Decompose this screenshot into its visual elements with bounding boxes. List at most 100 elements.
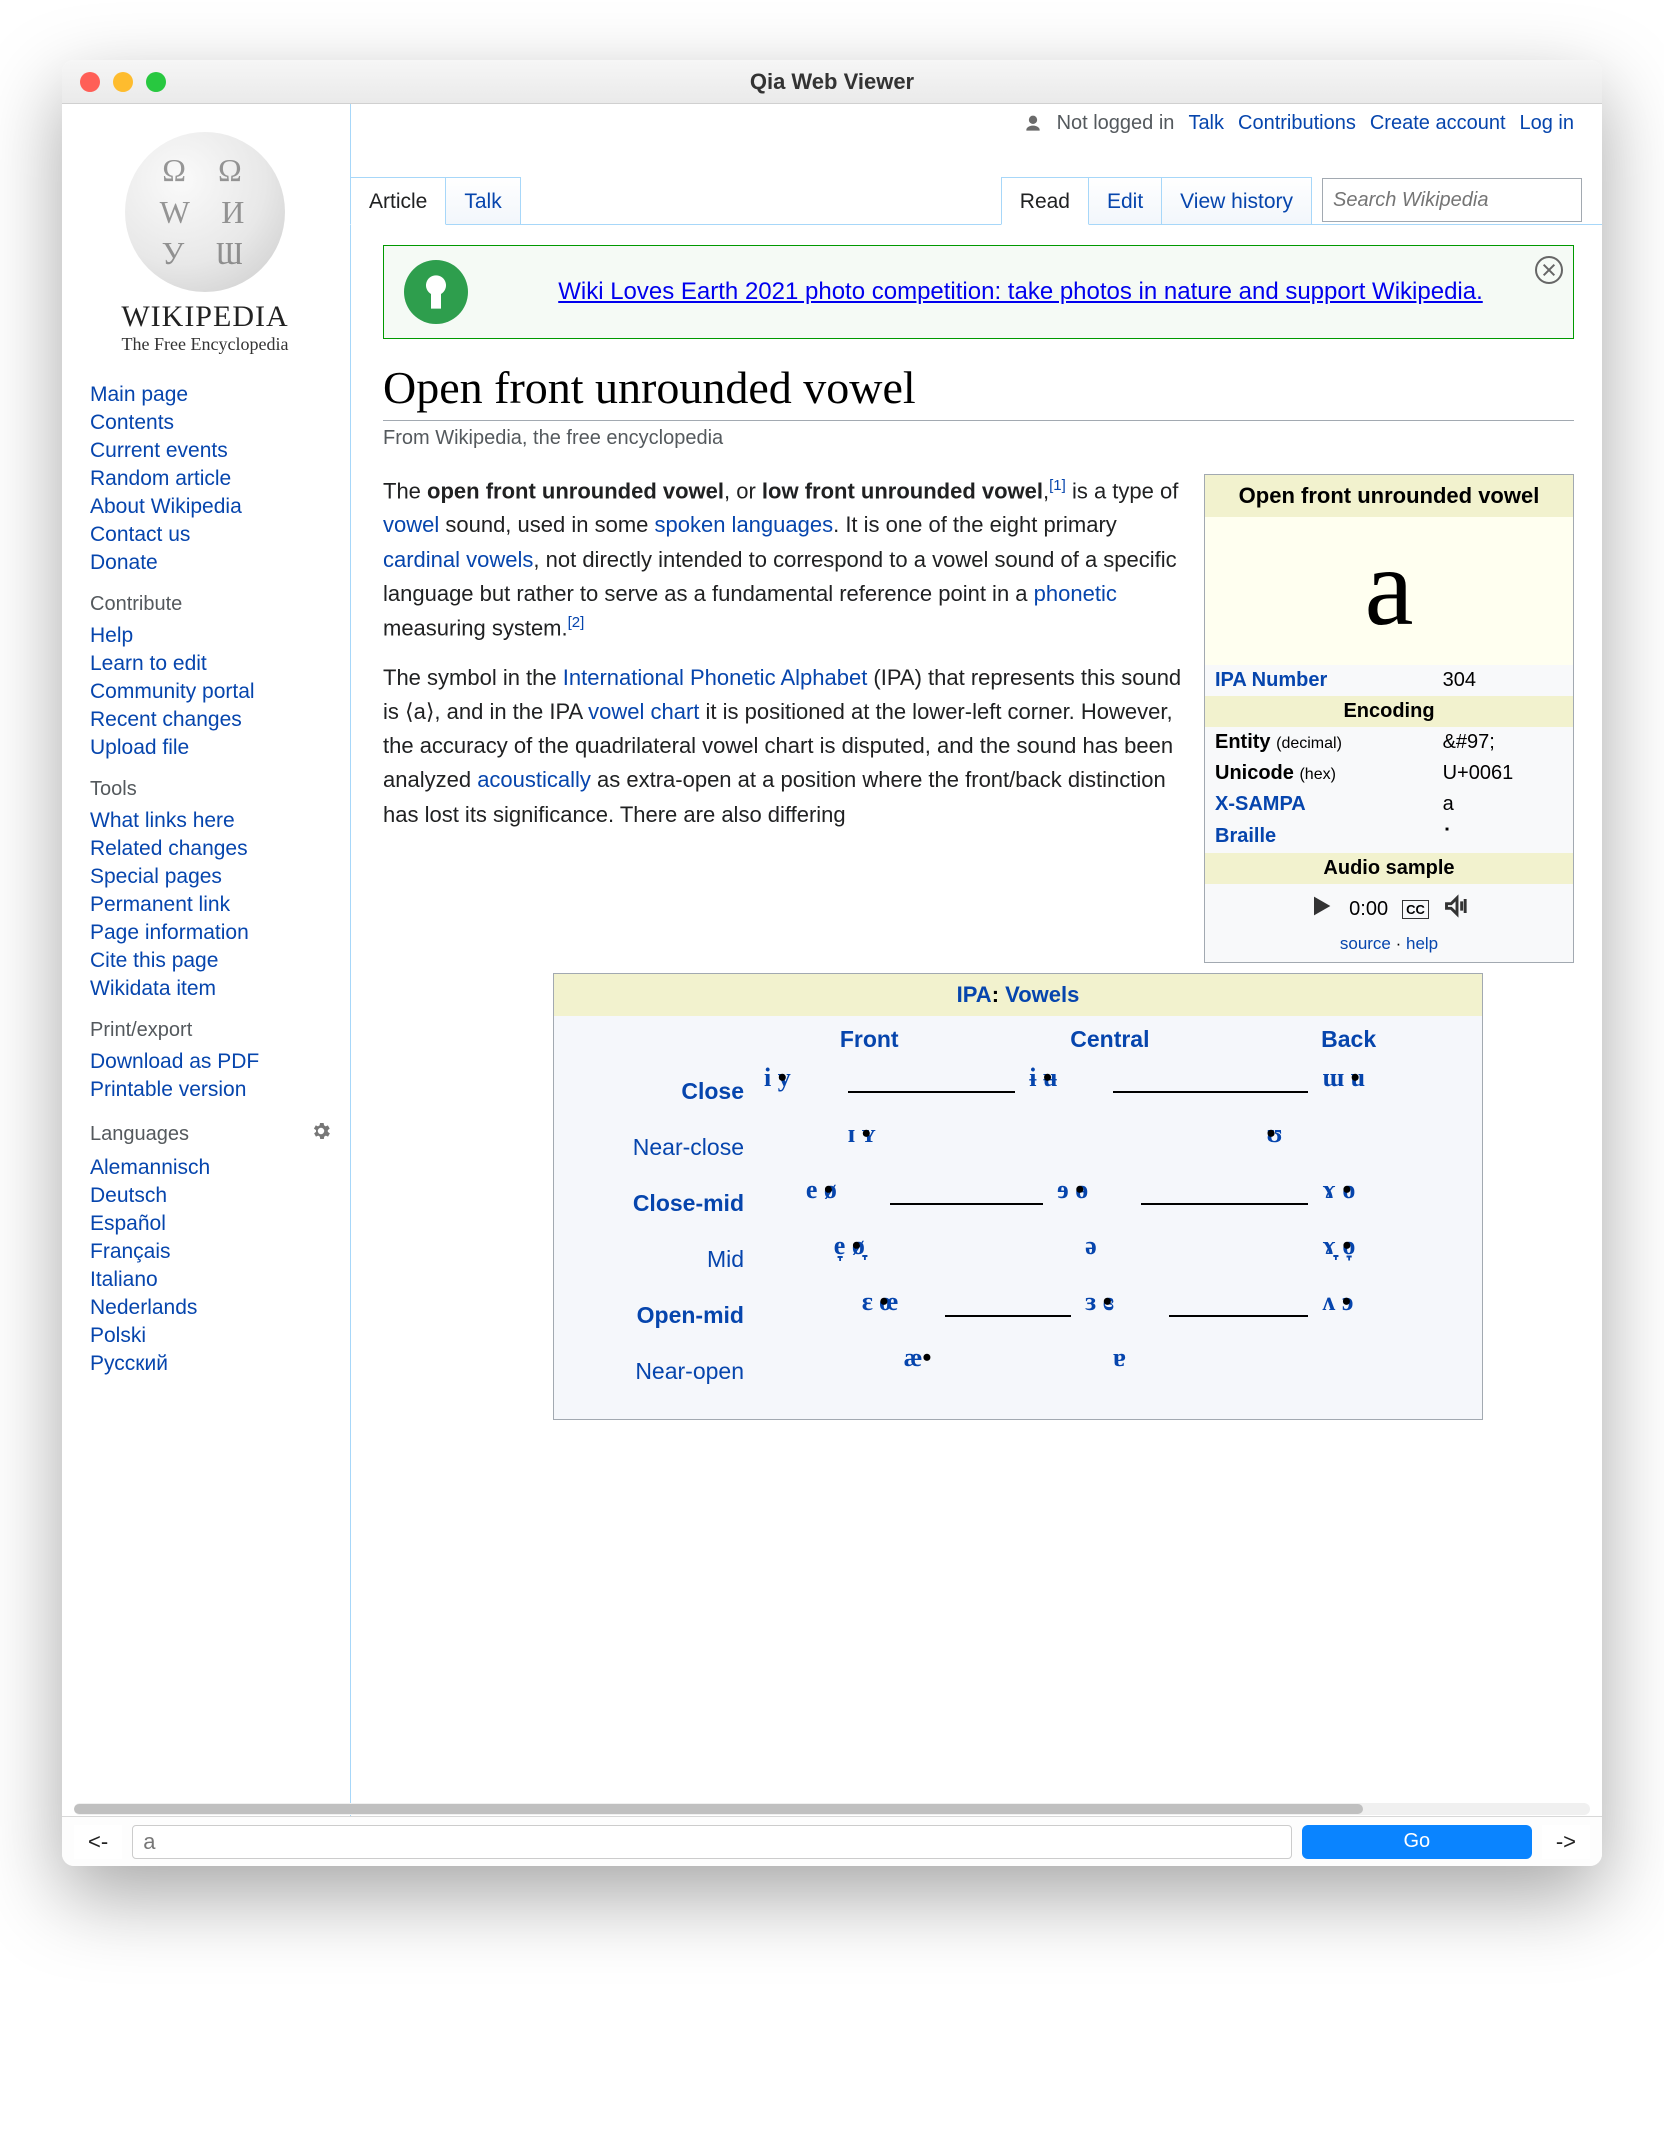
xsampa-value: a <box>1433 789 1573 820</box>
search-icon[interactable] <box>1601 185 1602 216</box>
tab-history[interactable]: View history <box>1161 177 1312 224</box>
encoding-heading: Encoding <box>1205 696 1573 727</box>
lang-deutsch[interactable]: Deutsch <box>90 1184 167 1207</box>
link-cardinal-vowels[interactable]: cardinal vowels <box>383 547 533 572</box>
sidebar-contents[interactable]: Contents <box>90 411 174 434</box>
sidebar-permanent-link[interactable]: Permanent link <box>90 893 230 916</box>
tree-icon <box>404 260 468 324</box>
sidebar-learn-to-edit[interactable]: Learn to edit <box>90 652 207 675</box>
xsampa-label[interactable]: X-SAMPA <box>1215 793 1306 815</box>
link-ipa[interactable]: International Phonetic Alphabet <box>563 665 868 690</box>
sidebar-page-information[interactable]: Page information <box>90 921 249 944</box>
personal-create-account[interactable]: Create account <box>1370 112 1506 135</box>
sidebar-languages-label: Languages <box>90 1123 189 1146</box>
sidebar-about-wikipedia[interactable]: About Wikipedia <box>90 495 242 518</box>
lang-italiano[interactable]: Italiano <box>90 1268 158 1291</box>
person-icon <box>1023 114 1043 134</box>
wiki-logo[interactable]: WIKIPEDIA The Free Encyclopedia <box>90 132 320 355</box>
zoom-window-button[interactable] <box>146 72 166 92</box>
ipa-link[interactable]: IPA <box>957 982 992 1007</box>
audio-source-link[interactable]: source <box>1340 934 1391 953</box>
sidebar-current-events[interactable]: Current events <box>90 439 228 462</box>
personal-talk[interactable]: Talk <box>1188 112 1224 135</box>
lang-russian[interactable]: Русский <box>90 1352 168 1375</box>
audio-help-link[interactable]: help <box>1406 934 1438 953</box>
back-button[interactable]: <- <box>74 1825 122 1859</box>
sidebar-help[interactable]: Help <box>90 624 133 647</box>
lang-espanol[interactable]: Español <box>90 1212 166 1235</box>
sidebar-contact-us[interactable]: Contact us <box>90 523 190 546</box>
banner-close-button[interactable] <box>1535 256 1563 284</box>
row-open-mid[interactable]: Open-mid <box>574 1302 764 1329</box>
go-button[interactable]: Go <box>1302 1825 1532 1859</box>
ref-2[interactable]: [2] <box>568 614 585 631</box>
tab-talk[interactable]: Talk <box>445 177 520 224</box>
forward-button[interactable]: -> <box>1542 1825 1590 1859</box>
link-vowel-chart[interactable]: vowel chart <box>588 699 699 724</box>
vowels-link[interactable]: Vowels <box>1005 982 1079 1007</box>
not-logged-in-label: Not logged in <box>1057 112 1175 135</box>
minimize-window-button[interactable] <box>113 72 133 92</box>
row-close-mid[interactable]: Close-mid <box>574 1190 764 1217</box>
play-button[interactable] <box>1307 892 1335 926</box>
sidebar-what-links-here[interactable]: What links here <box>90 809 235 832</box>
ipa-number-label[interactable]: IPA Number <box>1215 669 1327 691</box>
tab-article[interactable]: Article <box>350 177 446 225</box>
col-central[interactable]: Central <box>1070 1026 1149 1053</box>
volume-icon[interactable] <box>1443 892 1471 926</box>
unicode-value: U+0061 <box>1433 758 1573 789</box>
lang-polski[interactable]: Polski <box>90 1324 146 1347</box>
wiki-wordmark: WIKIPEDIA <box>90 300 320 334</box>
sidebar-special-pages[interactable]: Special pages <box>90 865 222 888</box>
window-titlebar: Qia Web Viewer <box>62 60 1602 104</box>
row-near-close[interactable]: Near-close <box>574 1134 764 1161</box>
row-near-open[interactable]: Near-open <box>574 1358 764 1385</box>
link-vowel[interactable]: vowel <box>383 512 439 537</box>
sidebar-main-page[interactable]: Main page <box>90 383 188 406</box>
link-acoustically[interactable]: acoustically <box>477 767 591 792</box>
sidebar-heading-contribute: Contribute <box>90 593 332 616</box>
audio-time: 0:00 <box>1349 898 1388 921</box>
site-sub: From Wikipedia, the free encyclopedia <box>383 427 1574 450</box>
personal-tools: Not logged in Talk Contributions Create … <box>1023 112 1574 135</box>
sidebar-wikidata-item[interactable]: Wikidata item <box>90 977 216 1000</box>
lang-nederlands[interactable]: Nederlands <box>90 1296 197 1319</box>
sidebar-printable-version[interactable]: Printable version <box>90 1078 246 1101</box>
sidebar-download-pdf[interactable]: Download as PDF <box>90 1050 259 1073</box>
sidebar-random-article[interactable]: Random article <box>90 467 231 490</box>
tab-edit[interactable]: Edit <box>1088 177 1162 224</box>
sidebar-cite-this-page[interactable]: Cite this page <box>90 949 218 972</box>
url-input[interactable] <box>132 1825 1292 1859</box>
tab-read[interactable]: Read <box>1001 177 1089 225</box>
lang-francais[interactable]: Français <box>90 1240 171 1263</box>
sidebar-community-portal[interactable]: Community portal <box>90 680 255 703</box>
braille-label[interactable]: Braille <box>1215 825 1276 847</box>
cc-button[interactable]: CC <box>1402 900 1429 919</box>
close-window-button[interactable] <box>80 72 100 92</box>
link-phonetic[interactable]: phonetic <box>1034 581 1117 606</box>
banner-text[interactable]: Wiki Loves Earth 2021 photo competition:… <box>488 278 1553 306</box>
wiki-tagline: The Free Encyclopedia <box>90 334 320 355</box>
horizontal-scrollbar-thumb[interactable] <box>74 1804 1363 1814</box>
sidebar-recent-changes[interactable]: Recent changes <box>90 708 242 731</box>
personal-contributions[interactable]: Contributions <box>1238 112 1356 135</box>
sidebar-related-changes[interactable]: Related changes <box>90 837 248 860</box>
row-close[interactable]: Close <box>574 1078 764 1105</box>
row-mid[interactable]: Mid <box>574 1246 764 1273</box>
col-front[interactable]: Front <box>840 1026 899 1053</box>
search-box[interactable] <box>1322 178 1582 222</box>
col-back[interactable]: Back <box>1321 1026 1376 1053</box>
link-spoken-languages[interactable]: spoken languages <box>655 512 834 537</box>
gear-icon[interactable] <box>310 1120 332 1148</box>
entity-value: &#97; <box>1433 727 1573 758</box>
lang-alemannisch[interactable]: Alemannisch <box>90 1156 210 1179</box>
infobox-title: Open front unrounded vowel <box>1205 475 1573 517</box>
ref-1[interactable]: [1] <box>1049 477 1066 494</box>
personal-log-in[interactable]: Log in <box>1520 112 1575 135</box>
wiki-sidebar: WIKIPEDIA The Free Encyclopedia Main pag… <box>62 104 350 1816</box>
horizontal-scrollbar[interactable] <box>74 1803 1590 1815</box>
sidebar-heading-languages: Languages <box>90 1120 332 1148</box>
sidebar-donate[interactable]: Donate <box>90 551 158 574</box>
sidebar-upload-file[interactable]: Upload file <box>90 736 189 759</box>
search-input[interactable] <box>1333 189 1601 212</box>
